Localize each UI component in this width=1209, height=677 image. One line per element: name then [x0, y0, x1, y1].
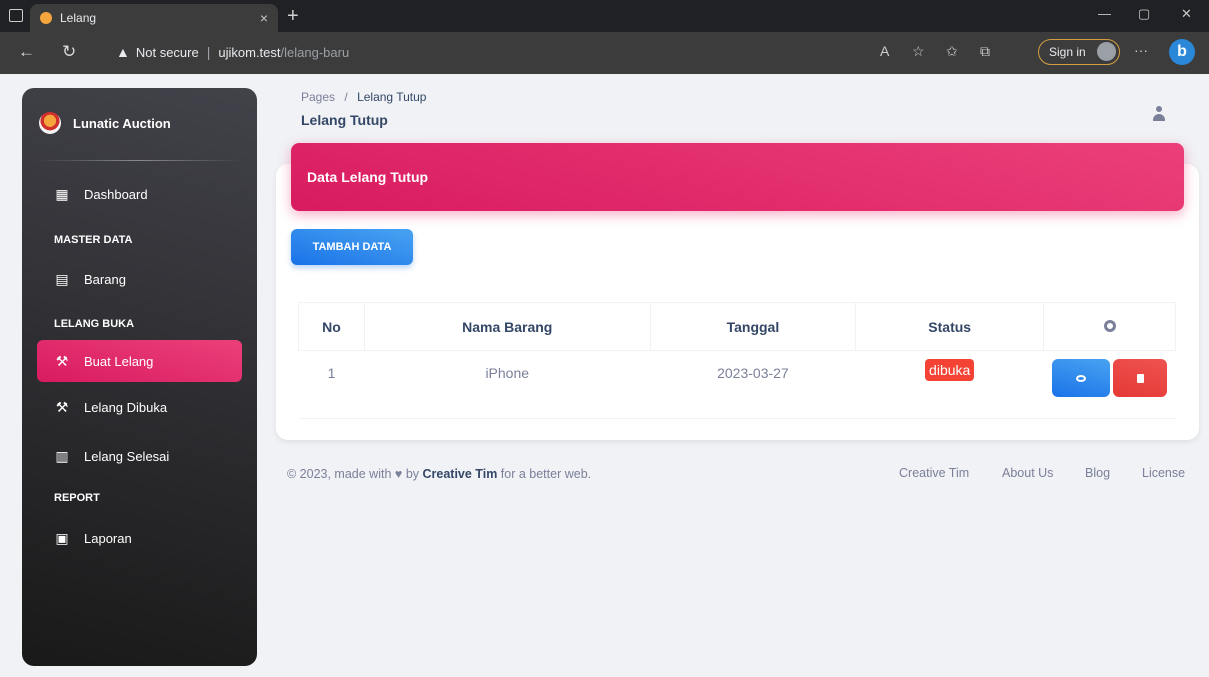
section-lelang-buka: LELANG BUKA	[54, 318, 135, 330]
sidebar-divider	[38, 160, 241, 161]
status-badge: dibuka	[925, 359, 975, 381]
table-header-row: No Nama Barang Tanggal Status	[298, 302, 1176, 351]
sign-in-button[interactable]: Sign in	[1038, 39, 1120, 65]
minimize-icon[interactable]: —	[1098, 6, 1111, 21]
sidebar-item-lelang-dibuka[interactable]: ⚒ Lelang Dibuka	[37, 386, 242, 428]
more-icon[interactable]: ···	[1134, 42, 1148, 58]
sidebar-item-label: Barang	[84, 271, 126, 287]
heart-icon: ♥	[394, 467, 403, 481]
sidebar-item-label: Lelang Selesai	[84, 448, 170, 464]
breadcrumb-pages[interactable]: Pages	[301, 90, 335, 104]
brand-name: Lunatic Auction	[73, 115, 171, 131]
footer-author-link[interactable]: Creative Tim	[423, 467, 498, 481]
brand-logo-icon	[39, 112, 61, 134]
profile-avatar-icon	[1097, 42, 1116, 61]
breadcrumb-separator: /	[344, 90, 348, 104]
footer-link-creative-tim[interactable]: Creative Tim	[899, 466, 969, 480]
sign-in-label: Sign in	[1049, 45, 1086, 59]
cell-nama-barang: iPhone	[364, 350, 651, 419]
warning-icon: ▲	[116, 44, 130, 60]
collections-icon[interactable]: ⧉	[980, 43, 990, 60]
sidebar-item-barang[interactable]: ▤ Barang	[37, 258, 242, 300]
user-icon[interactable]	[1152, 106, 1166, 122]
dashboard-icon: ▦	[55, 185, 69, 202]
close-window-icon[interactable]: ✕	[1181, 6, 1192, 22]
sidebar-item-label: Buat Lelang	[84, 353, 154, 369]
breadcrumb: Pages / Lelang Tutup	[301, 90, 426, 104]
sidebar-item-dashboard[interactable]: ▦ Dashboard	[37, 173, 242, 215]
url-path: /lelang-baru	[280, 44, 350, 60]
footer-suffix: for a better web.	[500, 467, 592, 481]
tambah-data-button[interactable]: TAMBAH DATA	[291, 229, 413, 265]
column-header-tanggal: Tanggal	[649, 302, 857, 351]
sidebar-item-buat-lelang[interactable]: ⚒ Buat Lelang	[37, 340, 242, 382]
read-aloud-icon[interactable]: A	[880, 43, 889, 59]
trash-icon	[1136, 373, 1144, 383]
security-label[interactable]: Not secure	[136, 45, 199, 60]
url-host: ujikom.test	[218, 44, 281, 60]
cell-actions	[1043, 350, 1176, 419]
tab-actions-icon[interactable]	[9, 9, 23, 22]
back-icon[interactable]: ←	[18, 42, 35, 62]
breadcrumb-current: Lelang Tutup	[357, 90, 427, 104]
table-row: 1 iPhone 2023-03-27 dibuka	[298, 350, 1176, 419]
card-header: Data Lelang Tutup	[291, 143, 1184, 211]
column-header-actions	[1043, 302, 1176, 351]
sidebar-item-lelang-selesai[interactable]: ▥ Lelang Selesai	[37, 435, 242, 477]
footer-copyright: © 2023, made with ♥ by Creative Tim for …	[287, 467, 591, 481]
browser-titlebar: Lelang × + — ▢ ✕	[0, 0, 1209, 32]
favicon-icon	[40, 12, 52, 24]
section-master-data: MASTER DATA	[54, 234, 133, 246]
sidebar-item-label: Lelang Dibuka	[84, 399, 168, 415]
favorites-icon[interactable]: ✩	[946, 43, 958, 60]
sidebar-item-laporan[interactable]: ▣ Laporan	[37, 517, 242, 559]
receipt-icon: ▥	[55, 447, 69, 464]
sidebar-item-label: Laporan	[84, 530, 132, 546]
sidebar: Lunatic Auction ▦ Dashboard MASTER DATA …	[22, 88, 257, 666]
gear-icon	[1103, 319, 1116, 332]
bing-icon[interactable]: b	[1169, 39, 1195, 65]
footer-prefix: © 2023, made with	[287, 467, 392, 481]
delete-button[interactable]	[1113, 359, 1168, 397]
column-header-no: No	[298, 302, 365, 351]
tab-close-icon[interactable]: ×	[260, 10, 268, 26]
maximize-icon[interactable]: ▢	[1138, 6, 1150, 22]
card-title: Data Lelang Tutup	[307, 169, 429, 185]
footer-by: by	[405, 467, 420, 481]
refresh-icon[interactable]: ↻	[62, 42, 76, 62]
sidebar-item-label: Dashboard	[84, 186, 148, 202]
address-bar[interactable]: ▲ Not secure | ujikom.test/lelang-baru	[100, 38, 870, 66]
cell-status: dibuka	[855, 350, 1044, 419]
brand[interactable]: Lunatic Auction	[39, 112, 171, 134]
page-title: Lelang Tutup	[301, 112, 388, 128]
footer-link-about-us[interactable]: About Us	[1002, 466, 1053, 480]
cell-no: 1	[298, 350, 365, 419]
gavel-icon: ⚒	[55, 398, 69, 415]
column-header-nama-barang: Nama Barang	[363, 302, 651, 351]
eye-icon	[1076, 374, 1087, 382]
browser-toolbar: ← ↻ ▲ Not secure | ujikom.test/lelang-ba…	[0, 32, 1209, 74]
pdf-icon: ▣	[55, 529, 69, 546]
section-report: REPORT	[54, 492, 100, 504]
view-button[interactable]	[1052, 359, 1111, 397]
favorite-add-icon[interactable]: ☆	[912, 43, 925, 60]
gavel-icon: ⚒	[55, 352, 69, 369]
new-tab-button[interactable]: +	[287, 6, 299, 26]
footer-link-blog[interactable]: Blog	[1085, 466, 1110, 480]
lelang-table: No Nama Barang Tanggal Status 1 iPhone 2…	[298, 302, 1176, 419]
url-separator: |	[206, 44, 211, 60]
tab-title: Lelang	[60, 11, 97, 25]
browser-tab[interactable]: Lelang ×	[30, 4, 278, 32]
column-header-status: Status	[855, 302, 1045, 351]
footer-link-license[interactable]: License	[1142, 466, 1185, 480]
cell-tanggal: 2023-03-27	[650, 350, 856, 419]
table-icon: ▤	[55, 270, 69, 287]
